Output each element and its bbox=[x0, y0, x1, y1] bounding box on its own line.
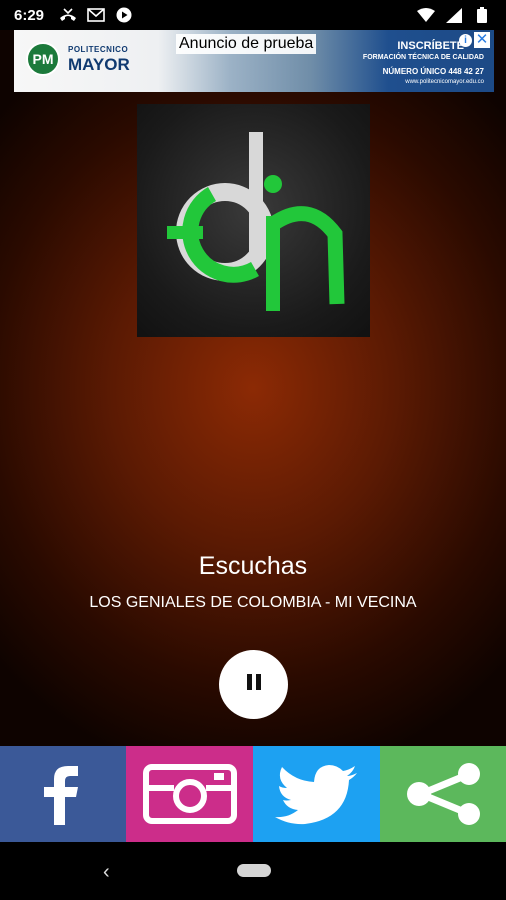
ad-brand-small: POLITECNICO bbox=[68, 45, 129, 54]
ad-test-label: Anuncio de prueba bbox=[176, 34, 317, 54]
ad-subtitle: FORMACIÓN TÉCNICA DE CALIDAD bbox=[362, 54, 484, 61]
navigation-bar: ‹ bbox=[0, 842, 506, 900]
share-icon bbox=[407, 763, 480, 825]
back-icon[interactable]: ‹ bbox=[103, 861, 110, 884]
ad-close-icon[interactable]: ✕ bbox=[474, 32, 490, 48]
ad-logo: PM bbox=[26, 42, 60, 76]
edn-logo-graphic bbox=[167, 132, 345, 311]
instagram-button[interactable] bbox=[126, 746, 253, 842]
facebook-button[interactable] bbox=[0, 746, 126, 842]
facebook-icon bbox=[44, 766, 78, 825]
status-time: 6:29 bbox=[14, 6, 45, 24]
signal-icon bbox=[444, 7, 464, 23]
now-playing-artist: LOS GENIALES DE COLOMBIA - MI VECINA bbox=[89, 594, 417, 611]
ad-phone: NÚMERO ÚNICO 448 42 27 bbox=[382, 67, 484, 76]
ad-brand-big: MAYOR bbox=[68, 55, 130, 74]
wifi-icon bbox=[416, 7, 436, 23]
instagram-icon bbox=[142, 764, 237, 824]
gmail-icon bbox=[86, 7, 106, 23]
share-button[interactable] bbox=[380, 746, 506, 842]
twitter-button[interactable] bbox=[253, 746, 380, 842]
play-icon bbox=[114, 7, 134, 23]
station-logo bbox=[137, 104, 370, 337]
ad-url: www.politecnicomayor.edu.co bbox=[405, 79, 484, 85]
ad-cta: INSCRÍBETE bbox=[397, 40, 464, 52]
pause-button[interactable] bbox=[219, 650, 288, 719]
social-bar bbox=[0, 746, 506, 842]
status-bar: 6:29 bbox=[0, 0, 506, 30]
home-pill[interactable] bbox=[237, 864, 271, 877]
now-playing-title: Escuchas bbox=[198, 552, 308, 580]
pause-icon bbox=[245, 674, 263, 695]
twitter-icon bbox=[274, 765, 357, 825]
ad-info-icon[interactable]: i bbox=[459, 34, 472, 47]
missed-call-icon bbox=[58, 7, 78, 23]
ad-banner[interactable]: PM POLITECNICO MAYOR Anuncio de prueba I… bbox=[14, 30, 494, 92]
battery-icon bbox=[472, 7, 492, 23]
